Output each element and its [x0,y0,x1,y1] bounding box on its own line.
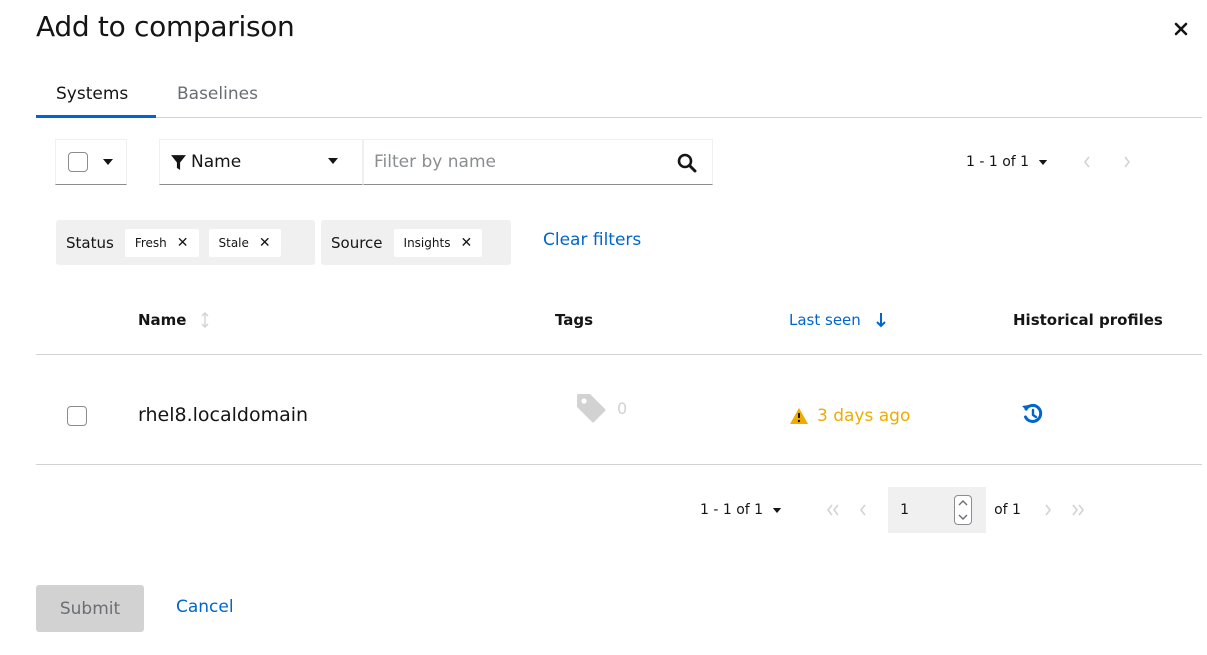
page-number-input[interactable] [888,502,929,518]
chip-fresh: Fresh ✕ [123,227,200,258]
top-pagination-count: 1 - 1 of 1 [966,154,1030,170]
remove-chip-icon[interactable]: ✕ [259,235,271,251]
page-number-field [888,487,987,533]
first-page-button[interactable] [818,496,848,524]
tab-baselines[interactable]: Baselines [156,72,306,118]
column-header-label: Historical profiles [1013,311,1163,329]
tags-count: 0 [617,398,628,418]
tags-cell[interactable]: 0 [575,392,627,424]
caret-down-icon [1038,159,1048,165]
tab-baselines-label: Baselines [177,84,258,104]
tab-systems-label: Systems [56,84,129,104]
chevron-right-icon [1045,504,1051,516]
caret-down-icon [103,159,113,165]
caret-down-icon [328,158,338,164]
double-chevron-right-icon [1072,504,1084,516]
row-select-checkbox[interactable] [67,406,87,426]
chevron-left-icon [860,504,866,516]
last-seen-text: 3 days ago [817,406,911,426]
close-icon [1174,22,1188,36]
sort-down-icon [876,313,886,328]
double-chevron-left-icon [827,504,839,516]
chip-insights: Insights ✕ [392,227,484,258]
prev-page-button[interactable] [848,496,878,524]
warning-triangle-icon [790,408,808,424]
sort-icon [201,312,209,328]
submit-button[interactable]: Submit [36,585,144,632]
bulk-select-dropdown[interactable] [55,139,127,185]
modal-title: Add to comparison [36,10,295,43]
top-next-page-button[interactable] [1112,148,1142,176]
bulk-select-checkbox[interactable] [68,152,88,172]
chip-group-status: Status Fresh ✕ Stale ✕ [56,220,315,265]
chip-stale: Stale ✕ [207,227,282,258]
history-icon [1022,403,1043,423]
filter-attribute-label: Name [191,152,242,172]
column-header-last-seen[interactable]: Last seen [789,311,887,329]
top-pagination: 1 - 1 of 1 [966,148,1142,176]
table-header-divider [36,354,1202,355]
clear-filters-link[interactable]: Clear filters [543,230,641,250]
remove-chip-icon[interactable]: ✕ [460,235,472,251]
column-header-tags: Tags [555,311,593,329]
bottom-pagination-count: 1 - 1 of 1 [700,502,764,518]
search-icon[interactable] [677,153,697,173]
last-page-button[interactable] [1063,496,1093,524]
column-header-label: Last seen [789,311,861,329]
next-page-button[interactable] [1033,496,1063,524]
chip-label: Fresh [134,235,167,250]
chip-label: Stale [218,235,249,250]
table-row-divider [36,464,1202,465]
filter-attribute-select[interactable]: Name [159,139,363,185]
top-prev-page-button[interactable] [1072,148,1102,176]
column-header-historical-profiles: Historical profiles [1013,311,1163,329]
search-input[interactable] [374,142,664,182]
chevron-right-icon [1124,156,1131,168]
page-stepper[interactable] [954,495,973,525]
historical-profiles-button[interactable] [1021,402,1045,430]
chevron-up-icon[interactable] [958,500,968,506]
top-pagination-toggle[interactable]: 1 - 1 of 1 [966,154,1048,170]
chevron-down-icon[interactable] [958,514,968,520]
chip-group-source: Source Insights ✕ [321,220,511,265]
tab-systems[interactable]: Systems [36,72,156,118]
bottom-pagination: 1 - 1 of 1 of 1 [700,487,1093,533]
column-header-name[interactable]: Name [138,311,210,329]
system-name: rhel8.localdomain [138,404,309,426]
tab-bar: Systems Baselines [36,72,1202,118]
remove-chip-icon[interactable]: ✕ [177,235,189,251]
tag-icon [577,394,606,423]
chip-group-label: Source [331,233,383,252]
column-header-label: Name [138,311,187,329]
filter-icon [171,154,186,170]
column-header-label: Tags [555,311,594,329]
cancel-button[interactable]: Cancel [176,597,234,617]
chip-group-label: Status [66,233,114,252]
caret-down-icon [772,507,782,513]
chevron-left-icon [1084,156,1090,168]
last-seen-cell: 3 days ago [789,406,910,426]
close-button[interactable] [1168,16,1194,42]
bottom-pagination-toggle[interactable]: 1 - 1 of 1 [700,502,782,518]
search-box [363,139,713,185]
page-of-total: of 1 [994,502,1021,518]
chip-label: Insights [403,235,451,250]
